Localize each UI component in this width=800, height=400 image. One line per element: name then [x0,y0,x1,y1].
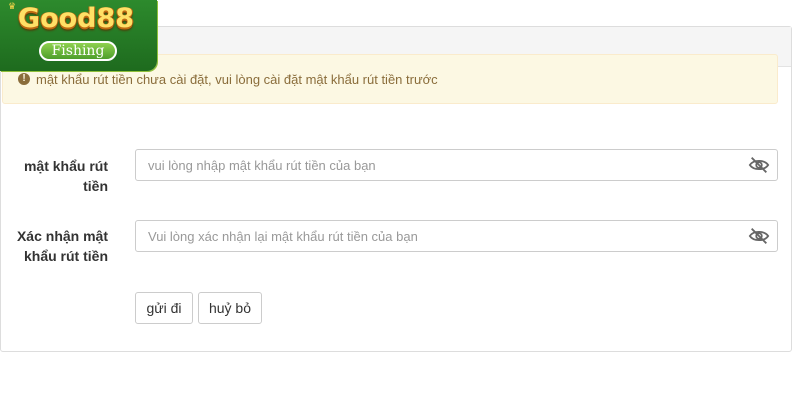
cancel-button[interactable]: huỷ bỏ [198,292,262,324]
alert-message: mật khẩu rút tiền chưa cài đặt, vui lòng… [36,71,438,87]
withdraw-password-input[interactable] [136,150,738,180]
confirm-password-input[interactable] [136,221,738,251]
eye-slash-icon[interactable] [748,155,770,175]
confirm-label-line2: khẩu rút tiền [23,248,108,264]
password-label-line2: tiền [83,178,108,194]
eye-slash-icon[interactable] [748,226,770,246]
submit-button[interactable]: gửi đi [135,292,193,324]
password-label-line1: mật khẩu rút [23,158,108,174]
confirm-password-label: Xác nhận mật khẩu rút tiền [4,226,108,266]
confirm-label-line1: Xác nhận mật [16,228,108,244]
logo-title: Good88 [17,3,135,34]
password-label: mật khẩu rút tiền [4,156,108,196]
confirm-field-wrapper [135,220,778,252]
brand-logo: ♛ Good88 Fishing [0,0,157,71]
logo-subtitle: Fishing [39,41,117,61]
password-field-wrapper [135,149,778,181]
exclamation-circle-icon: ! [18,73,30,85]
